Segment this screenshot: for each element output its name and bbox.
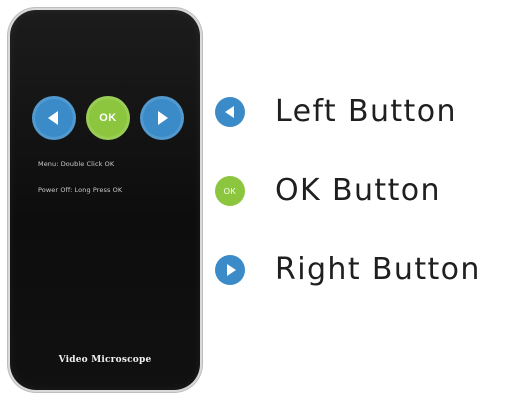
legend-item-left: Left Button	[215, 92, 457, 132]
device-ok-button[interactable]: OK	[86, 96, 130, 140]
triangle-left-icon	[48, 111, 58, 125]
triangle-right-icon	[158, 111, 168, 125]
right-arrow-icon	[215, 255, 245, 285]
remote-device: OK Menu: Double Click OK Power Off: Long…	[10, 10, 200, 390]
device-instruction-menu: Menu: Double Click OK	[38, 160, 115, 168]
legend-item-right: Right Button	[215, 250, 481, 290]
triangle-right-icon	[226, 264, 236, 276]
triangle-left-icon	[224, 106, 234, 118]
device-footer-label: Video Microscope	[58, 355, 152, 365]
ok-icon-text: OK	[223, 186, 237, 196]
left-arrow-icon	[215, 97, 245, 127]
diagram-canvas: OK Menu: Double Click OK Power Off: Long…	[0, 0, 519, 401]
device-left-button[interactable]	[32, 96, 76, 140]
device-instruction-power: Power Off: Long Press OK	[38, 186, 123, 194]
legend-label-left: Left Button	[275, 94, 457, 129]
device-ok-label: OK	[99, 112, 117, 124]
legend-label-ok: OK Button	[275, 173, 441, 208]
legend-item-ok: OK OK Button	[215, 171, 441, 211]
device-right-button[interactable]	[140, 96, 184, 140]
legend-label-right: Right Button	[275, 252, 481, 287]
device-button-row: OK	[32, 96, 184, 140]
ok-badge-icon: OK	[215, 176, 245, 206]
